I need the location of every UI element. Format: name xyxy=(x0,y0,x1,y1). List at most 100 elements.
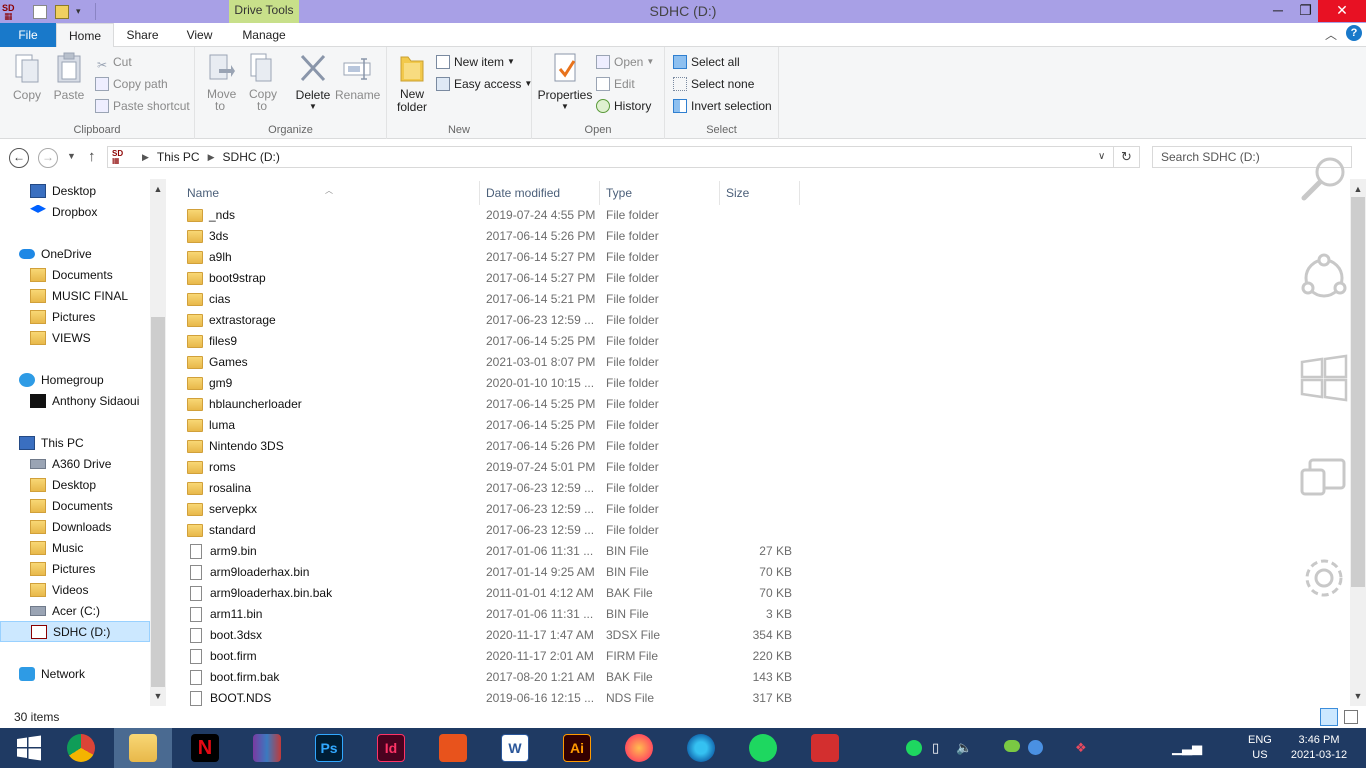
paste-button[interactable]: Paste xyxy=(50,51,88,102)
large-icons-view-button[interactable] xyxy=(1344,710,1358,724)
table-row[interactable]: servepkx 2017-06-23 12:59 ... File folder xyxy=(175,499,805,520)
back-button[interactable]: ← xyxy=(9,148,29,168)
details-view-button[interactable] xyxy=(1320,708,1338,726)
breadcrumb-sdhc[interactable]: SDHC (D:) xyxy=(223,150,280,164)
tab-manage[interactable]: Manage xyxy=(229,23,299,47)
volume-icon[interactable]: 🔈 xyxy=(956,740,972,756)
table-row[interactable]: a9lh 2017-06-14 5:27 PM File folder xyxy=(175,247,805,268)
taskbar-file-explorer[interactable] xyxy=(114,728,172,768)
nav-item-pictures[interactable]: Pictures xyxy=(0,558,150,579)
column-header-name[interactable]: Name ︿ xyxy=(175,181,480,205)
taskbar-chrome[interactable] xyxy=(52,728,110,768)
nav-item-sdhc-d[interactable]: SDHC (D:) xyxy=(0,621,150,642)
table-row[interactable]: luma 2017-06-14 5:25 PM File folder xyxy=(175,415,805,436)
copy-path-button[interactable]: Copy path xyxy=(95,74,168,94)
share-charm-icon[interactable] xyxy=(1298,252,1350,304)
open-button[interactable]: Open ▼ xyxy=(596,52,654,72)
table-row[interactable]: Nintendo 3DS 2017-06-14 5:26 PM File folde… xyxy=(175,436,805,457)
paste-shortcut-button[interactable]: Paste shortcut xyxy=(95,96,190,116)
nav-item-downloads[interactable]: Downloads xyxy=(0,516,150,537)
properties-button[interactable]: Properties ▼ xyxy=(537,51,593,111)
nav-item-desktop[interactable]: Desktop xyxy=(0,180,150,201)
start-button[interactable] xyxy=(0,728,58,768)
nav-item-pictures[interactable]: Pictures xyxy=(0,306,150,327)
taskbar-indesign[interactable]: Id xyxy=(362,728,420,768)
scroll-up-icon[interactable]: ▲ xyxy=(1350,181,1366,197)
taskbar-firefox[interactable] xyxy=(610,728,668,768)
column-header-size[interactable]: Size xyxy=(720,181,800,205)
dropbox-tray-icon[interactable]: ❖ xyxy=(1075,740,1087,756)
new-folder-quick-icon[interactable] xyxy=(55,3,69,20)
table-row[interactable]: arm11.bin 2017-01-06 11:31 ... BIN File 3 K… xyxy=(175,604,805,625)
google-tray-icon[interactable] xyxy=(1028,740,1043,758)
table-row[interactable]: hblauncherloader 2017-06-14 5:25 PM File f… xyxy=(175,394,805,415)
table-row[interactable]: arm9loaderhax.bin 2017-01-14 9:25 AM BIN F… xyxy=(175,562,805,583)
cut-button[interactable]: ✂ Cut xyxy=(95,52,132,72)
column-header-type[interactable]: Type xyxy=(600,181,720,205)
new-folder-button[interactable]: New folder xyxy=(393,51,431,114)
refresh-button[interactable]: ↻ xyxy=(1114,146,1140,168)
ribbon-collapse-icon[interactable]: ︿ xyxy=(1325,26,1337,43)
delete-button[interactable]: Delete ▼ xyxy=(293,51,333,111)
nav-item-documents[interactable]: Documents xyxy=(0,495,150,516)
nav-item-network[interactable]: Network xyxy=(0,663,150,684)
file-list-scrollbar[interactable]: ▲ ▼ xyxy=(1350,179,1366,706)
table-row[interactable]: BOOT.NDS 2019-06-16 12:15 ... NDS File 317 … xyxy=(175,688,805,706)
start-charm-icon[interactable] xyxy=(1298,352,1350,404)
spotify-tray-icon[interactable] xyxy=(906,740,922,759)
table-row[interactable]: standard 2017-06-23 12:59 ... File folder xyxy=(175,520,805,541)
table-row[interactable]: arm9loaderhax.bin.bak 2011-01-01 4:12 AM B… xyxy=(175,583,805,604)
scroll-down-icon[interactable]: ▼ xyxy=(1350,688,1366,704)
new-item-button[interactable]: New item ▼ xyxy=(436,52,515,72)
nav-item-videos[interactable]: Videos xyxy=(0,579,150,600)
language-indicator[interactable]: ENG US xyxy=(1248,733,1272,763)
close-button[interactable]: ✕ xyxy=(1318,0,1366,22)
minimize-button[interactable]: ─ xyxy=(1263,0,1293,22)
invert-selection-button[interactable]: Invert selection xyxy=(673,96,772,116)
address-bar[interactable]: SD ▦ ▶ This PC ▶ SDHC (D:) xyxy=(107,146,1114,168)
nav-item-homegroup[interactable]: Homegroup xyxy=(0,369,150,390)
maximize-button[interactable]: ❐ xyxy=(1293,0,1318,22)
nav-item-dropbox[interactable]: Dropbox xyxy=(0,201,150,222)
select-all-button[interactable]: Select all xyxy=(673,52,740,72)
nav-item-acer-c[interactable]: Acer (C:) xyxy=(0,600,150,621)
nav-scrollbar[interactable]: ▲ ▼ xyxy=(150,179,166,706)
breadcrumb-separator-icon[interactable]: ▶ xyxy=(208,152,215,163)
nav-item-desktop[interactable]: Desktop xyxy=(0,474,150,495)
nav-item-this-pc[interactable]: This PC xyxy=(0,432,150,453)
taskbar-netflix[interactable]: N xyxy=(176,728,234,768)
table-row[interactable]: _nds 2019-07-24 4:55 PM File folder xyxy=(175,205,805,226)
nav-item-documents[interactable]: Documents xyxy=(0,264,150,285)
table-row[interactable]: files9 2017-06-14 5:25 PM File folder xyxy=(175,331,805,352)
taskbar-spotify[interactable] xyxy=(734,728,792,768)
breadcrumb-separator-icon[interactable]: ▶ xyxy=(142,152,149,163)
up-button[interactable]: ↑ xyxy=(88,148,96,165)
network-signal-icon[interactable]: ▁▃▅ xyxy=(1172,740,1202,756)
taskbar-word[interactable]: W xyxy=(486,728,544,768)
easy-access-button[interactable]: Easy access ▼ xyxy=(436,74,532,94)
recent-locations-dropdown-icon[interactable]: ▼ xyxy=(67,151,76,161)
taskbar-winrar[interactable] xyxy=(238,728,296,768)
scroll-up-icon[interactable]: ▲ xyxy=(150,181,166,197)
forward-button[interactable]: → xyxy=(38,148,58,168)
breadcrumb-this-pc[interactable]: This PC xyxy=(157,150,200,164)
history-button[interactable]: History xyxy=(596,96,651,116)
table-row[interactable]: rosalina 2017-06-23 12:59 ... File folder xyxy=(175,478,805,499)
properties-quick-icon[interactable] xyxy=(33,3,47,20)
scroll-down-icon[interactable]: ▼ xyxy=(150,688,166,704)
nav-item-music-final[interactable]: MUSIC FINAL xyxy=(0,285,150,306)
tab-share[interactable]: Share xyxy=(114,23,171,47)
device-tray-icon[interactable]: ▯ xyxy=(932,740,939,756)
help-icon[interactable]: ? xyxy=(1346,25,1362,41)
copy-button[interactable]: Copy xyxy=(8,51,46,102)
move-to-button[interactable]: Move to xyxy=(201,51,239,112)
taskbar-photoshop[interactable]: Ps xyxy=(300,728,358,768)
taskbar-edge[interactable] xyxy=(672,728,730,768)
devices-charm-icon[interactable] xyxy=(1298,452,1350,504)
table-row[interactable]: boot9strap 2017-06-14 5:27 PM File folder xyxy=(175,268,805,289)
select-none-button[interactable]: Select none xyxy=(673,74,754,94)
nav-item-onedrive[interactable]: OneDrive xyxy=(0,243,150,264)
taskbar-acrobat[interactable] xyxy=(796,728,854,768)
quick-access-dropdown-icon[interactable]: ▾ xyxy=(76,3,81,20)
tab-home[interactable]: Home xyxy=(56,23,114,48)
